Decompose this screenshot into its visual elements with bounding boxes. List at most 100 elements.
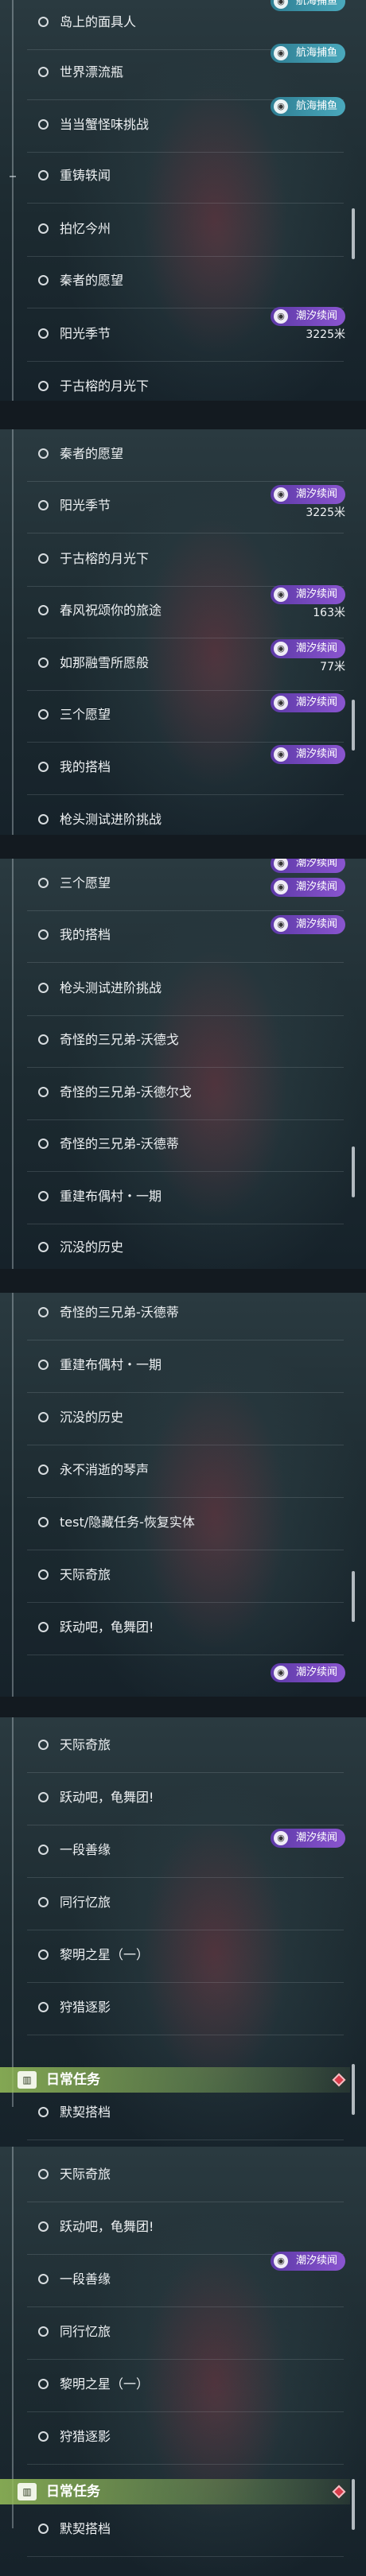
quest-book-icon: ▥ (18, 2483, 37, 2500)
quest-row[interactable]: 天际奇旅 (18, 1721, 352, 1773)
quest-row[interactable]: 春风祝颂你的旅途 (18, 586, 352, 638)
quest-label: 三个愿望 (60, 707, 111, 722)
circle-marker-icon (38, 1949, 49, 1960)
scrollbar-thumb[interactable] (352, 2064, 355, 2115)
circle-marker-icon (38, 929, 49, 940)
quest-row[interactable]: 重建布偶村・一期 (18, 1172, 352, 1224)
circle-marker-icon (38, 1360, 49, 1370)
quest-row[interactable]: 同行忆旅 (18, 1878, 352, 1930)
timeline-rail (12, 859, 14, 1269)
quest-row[interactable]: 拍忆今州 (18, 204, 352, 257)
quest-row[interactable]: 三个愿望 (18, 859, 352, 911)
quest-row[interactable]: 天际奇旅 (18, 2150, 352, 2202)
quest-label: 重铸轶闻 (60, 168, 111, 183)
quest-row[interactable]: 黎明之星（一） (18, 1930, 352, 1983)
quest-row[interactable]: 跃动吧，龟舞团! (18, 1603, 352, 1655)
quest-label: 黎明之星（一） (60, 1947, 150, 1962)
circle-marker-icon (38, 1792, 49, 1802)
quest-row[interactable]: 天际奇旅 (18, 1550, 352, 1603)
quest-row[interactable]: 秦者的愿望 (18, 256, 352, 308)
circle-marker-icon (38, 1897, 49, 1907)
circle-marker-icon (38, 814, 49, 824)
circle-marker-icon (38, 709, 49, 720)
quest-row[interactable]: 我的搭档 (18, 743, 352, 795)
quest-row[interactable]: 狩猎逐影 (18, 1983, 352, 2035)
quest-row[interactable]: 三个愿望 (18, 690, 352, 743)
circle-marker-icon (38, 2524, 49, 2534)
quest-label: 枪头测试进阶挑战 (60, 812, 162, 827)
quest-row[interactable]: 默契搭档 (18, 2504, 352, 2557)
quest-row[interactable]: 永不消逝的琴声 (18, 1445, 352, 1498)
quest-label: 默契搭档 (60, 2105, 111, 2120)
daily-quests-header[interactable]: ▥ 日常任务 (0, 2479, 350, 2504)
quest-row[interactable]: 奇怪的三兄弟-沃德蒂 (18, 1119, 352, 1172)
row-divider (27, 2556, 344, 2557)
quest-row[interactable]: 枪头测试进阶挑战 (18, 964, 352, 1016)
circle-marker-icon (38, 1307, 49, 1317)
quest-list-screenshot-strip: ◉ 航海捕鱼 岛上的面具人 ◉ 航海捕鱼 世界漂流瓶 ◉ 航海捕鱼 当当蟹怪味挑战 重… (0, 0, 366, 2576)
quest-row[interactable]: 奇怪的三兄弟-沃德戈 (18, 1015, 352, 1068)
quest-label: 同行忆旅 (60, 2324, 111, 2339)
quest-panel-6: 天际奇旅 跃动吧，龟舞团! ◉ 潮汐续闻 一段善缘 同行忆旅 黎明之星（一） 狩猎… (0, 2147, 366, 2576)
quest-label: 春风祝颂你的旅途 (60, 603, 162, 618)
quest-row[interactable]: 跃动吧，龟舞团! (18, 2202, 352, 2255)
circle-marker-icon (38, 2431, 49, 2442)
quest-row[interactable]: 沉没的历史 (18, 1223, 352, 1269)
quest-label: 秦者的愿望 (60, 273, 124, 288)
quest-row[interactable]: 于古榕的月光下 (18, 534, 352, 587)
quest-row[interactable]: 重建布偶村・一期 (18, 1340, 352, 1393)
quest-panel-2: 秦者的愿望 ◉ 潮汐续闻 3225米 阳光季节 于古榕的月光下 ◉ 潮汐续闻 163… (0, 429, 366, 835)
quest-row[interactable]: 秦者的愿望 (18, 429, 352, 482)
quest-label: 于古榕的月光下 (60, 551, 150, 566)
scrollbar-thumb[interactable] (352, 700, 355, 751)
scrollbar-thumb[interactable] (352, 1571, 355, 1622)
quest-row[interactable]: 同行忆旅 (18, 2307, 352, 2360)
scrollbar-thumb[interactable] (352, 1146, 355, 1197)
quest-label: 我的搭档 (60, 927, 111, 942)
quest-row[interactable]: 世界漂流瓶 (18, 48, 352, 100)
quest-row[interactable]: 重铸轶闻 (18, 151, 352, 204)
quest-row[interactable]: 阳光季节 (18, 481, 352, 533)
quest-label: 跃动吧，龟舞团! (60, 1790, 154, 1805)
quest-row[interactable]: 当当蟹怪味挑战 (18, 100, 352, 153)
quest-row[interactable]: test/隐藏任务-恢复实体 (18, 1498, 352, 1550)
quest-panel-3: ◉ 潮汐续闻 ◉ 潮汐续闻 三个愿望 ◉ 潮汐续闻 我的搭档 枪头测试进阶挑战 奇怪的… (0, 859, 366, 1269)
scrollbar-thumb[interactable] (352, 208, 355, 259)
circle-marker-icon (38, 1845, 49, 1855)
quest-row[interactable]: 枪头测试进阶挑战 (18, 795, 352, 835)
quest-label: 于古榕的月光下 (60, 378, 150, 394)
quest-label: 同行忆旅 (60, 1895, 111, 1910)
circle-marker-icon (38, 1412, 49, 1422)
quest-row[interactable]: 于古榕的月光下 (18, 362, 352, 401)
quest-row[interactable]: 黎明之星（一） (18, 2360, 352, 2412)
quest-row[interactable]: 阳光季节 (18, 309, 352, 362)
circle-marker-icon (38, 2002, 49, 2012)
circle-marker-icon (38, 1622, 49, 1632)
circle-marker-icon (38, 500, 49, 510)
quest-row[interactable]: 狩猎逐影 (18, 2412, 352, 2465)
circle-marker-icon (38, 2379, 49, 2389)
circle-marker-icon (38, 2107, 49, 2117)
quest-row[interactable]: 如那融雪所愿般 (18, 638, 352, 691)
quest-row[interactable]: 岛上的面具人 (18, 0, 352, 50)
quest-row[interactable]: 一段善缘 (18, 2255, 352, 2307)
quest-label: 阳光季节 (60, 326, 111, 341)
circle-marker-icon (38, 605, 49, 615)
quest-row[interactable]: 一段善缘 (18, 1825, 352, 1878)
quest-row[interactable]: 我的搭档 (18, 910, 352, 963)
circle-marker-icon (38, 223, 49, 234)
circle-marker-icon (38, 878, 49, 888)
scrollbar-thumb[interactable] (352, 2479, 355, 2530)
daily-quests-label: 日常任务 (46, 2484, 100, 2500)
quest-row[interactable]: 奇怪的三兄弟-沃德蒂 (18, 1293, 352, 1340)
quest-panel-1: ◉ 航海捕鱼 岛上的面具人 ◉ 航海捕鱼 世界漂流瓶 ◉ 航海捕鱼 当当蟹怪味挑战 重… (0, 0, 366, 401)
circle-marker-icon (38, 119, 49, 130)
circle-marker-icon (38, 1191, 49, 1201)
quest-row[interactable]: 跃动吧，龟舞团! (18, 1773, 352, 1825)
quest-row[interactable]: 奇怪的三兄弟-沃德尔戈 (18, 1068, 352, 1120)
circle-marker-icon (38, 328, 49, 339)
quest-row[interactable]: 默契搭档 (18, 2088, 352, 2140)
circle-marker-icon (38, 2326, 49, 2337)
quest-label: 奇怪的三兄弟-沃德戈 (60, 1032, 179, 1047)
quest-row[interactable]: 沉没的历史 (18, 1393, 352, 1445)
